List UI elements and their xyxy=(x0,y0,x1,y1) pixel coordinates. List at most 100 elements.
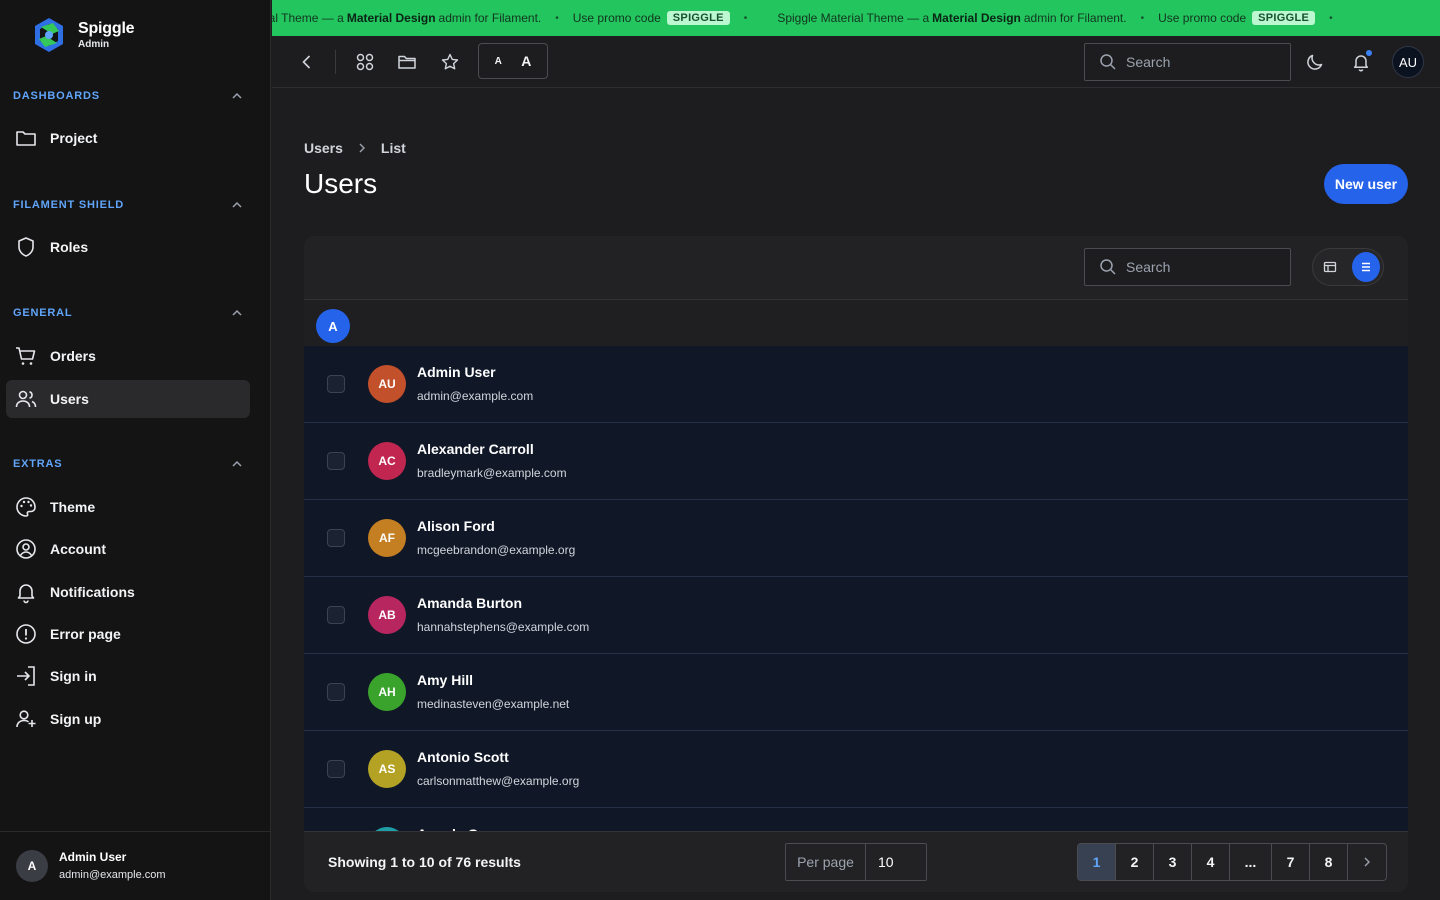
page-button-2[interactable]: 2 xyxy=(1116,844,1154,880)
per-page-select[interactable]: Per page 10 xyxy=(785,843,927,881)
table-row[interactable]: AF Alison Ford mcgeebrandon@example.org xyxy=(304,500,1408,577)
pagination: 1 2 3 4 ... 7 8 xyxy=(1077,843,1387,881)
row-checkbox[interactable] xyxy=(327,683,345,701)
page-ellipsis: ... xyxy=(1230,844,1272,880)
sidebar-item-sign-in[interactable]: Sign in xyxy=(6,657,250,695)
sidebar-item-roles[interactable]: Roles xyxy=(6,228,250,266)
sidebar-item-orders[interactable]: Orders xyxy=(6,337,250,375)
page-button-1[interactable]: 1 xyxy=(1078,844,1116,880)
sidebar-user[interactable]: A Admin User admin@example.com xyxy=(0,831,271,900)
nav-group-general[interactable]: GENERAL xyxy=(13,303,243,323)
promo-banner[interactable]: terial Theme — a Material Design admin f… xyxy=(272,0,1440,36)
page-button-7[interactable]: 7 xyxy=(1272,844,1310,880)
shield-icon xyxy=(14,235,38,259)
promo-code: SPIGGLE xyxy=(1252,11,1316,25)
promo-bold: Material Design xyxy=(346,11,436,25)
page-title: Users xyxy=(304,168,378,199)
users-table: A AU Admin User admin@example.com AC Ale… xyxy=(304,236,1408,892)
apps-grid-icon[interactable] xyxy=(353,50,377,74)
table-toolbar xyxy=(304,236,1408,300)
row-checkbox[interactable] xyxy=(327,452,345,470)
chevron-right-icon xyxy=(1364,857,1370,867)
folder-icon xyxy=(14,126,38,150)
page-button-8[interactable]: 8 xyxy=(1310,844,1348,880)
next-page-button[interactable] xyxy=(1348,844,1386,880)
promo-dot: • xyxy=(555,12,559,24)
palette-icon xyxy=(14,495,38,519)
row-checkbox[interactable] xyxy=(327,760,345,778)
sidebar-item-label: Users xyxy=(50,391,89,407)
table-search[interactable] xyxy=(1084,248,1291,286)
global-search[interactable] xyxy=(1084,43,1291,81)
user-circle-icon xyxy=(14,537,38,561)
promo-bold: Material Design xyxy=(932,11,1021,25)
promo-text: Spiggle Material Theme — a Material Desi… xyxy=(777,11,1126,25)
table-row[interactable]: AH Amy Hill medinasteven@example.net xyxy=(304,654,1408,731)
row-checkbox[interactable] xyxy=(327,606,345,624)
nav-group-title: FILAMENT SHIELD xyxy=(13,199,124,211)
user-email: admin@example.com xyxy=(59,868,166,881)
chevron-left-icon[interactable] xyxy=(295,50,319,74)
nav-group-dashboards[interactable]: DASHBOARDS xyxy=(13,86,243,106)
sidebar-item-project[interactable]: Project xyxy=(6,119,250,157)
sidebar-item-error-page[interactable]: Error page xyxy=(6,615,250,653)
sidebar-item-notifications[interactable]: Notifications xyxy=(6,573,250,611)
table-footer: Showing 1 to 10 of 76 results Per page 1… xyxy=(304,831,1408,892)
new-user-button[interactable]: New user xyxy=(1324,164,1408,204)
user-email: admin@example.com xyxy=(417,389,534,403)
search-input[interactable] xyxy=(1126,259,1266,275)
sidebar-item-sign-up[interactable]: Sign up xyxy=(6,700,250,738)
user-name: Alison Ford xyxy=(417,518,495,534)
table-row[interactable]: AU Admin User admin@example.com xyxy=(304,346,1408,423)
font-size-large-button[interactable]: A xyxy=(521,53,531,69)
nav-group-filament-shield[interactable]: FILAMENT SHIELD xyxy=(13,195,243,215)
nav-group-extras[interactable]: EXTRAS xyxy=(13,454,243,474)
page-button-4[interactable]: 4 xyxy=(1192,844,1230,880)
chevron-up-icon xyxy=(232,92,242,99)
sidebar-item-label: Notifications xyxy=(50,584,135,600)
breadcrumb-item[interactable]: Users xyxy=(304,140,343,156)
sidebar-item-account[interactable]: Account xyxy=(6,530,250,568)
sidebar-item-label: Account xyxy=(50,541,106,557)
promo-tail: admin for Filament. xyxy=(1023,11,1127,25)
alert-circle-icon xyxy=(14,622,38,646)
user-name: Amy Hill xyxy=(417,672,474,688)
promo-lead: terial Theme — a xyxy=(272,11,344,25)
user-email: medinasteven@example.net xyxy=(417,697,570,711)
table-row[interactable]: AS Antonio Scott carlsonmatthew@example.… xyxy=(304,731,1408,808)
promo-tail: admin for Filament. xyxy=(438,11,542,25)
list-layout-icon[interactable] xyxy=(1352,252,1380,282)
sidebar-item-theme[interactable]: Theme xyxy=(6,488,250,526)
font-size-toggle: A A xyxy=(478,43,548,79)
brand-subtitle: Admin xyxy=(78,38,110,50)
per-page-value[interactable]: 10 xyxy=(866,854,894,870)
nav-group-title: DASHBOARDS xyxy=(13,90,100,102)
brand[interactable]: Spiggle Admin xyxy=(32,17,135,53)
star-icon[interactable] xyxy=(438,50,462,74)
sidebar-item-users[interactable]: Users xyxy=(6,380,250,418)
sidebar-item-label: Project xyxy=(50,130,98,146)
avatar: AU xyxy=(368,365,406,403)
users-icon xyxy=(14,387,38,411)
spiggle-logo-icon xyxy=(35,18,63,52)
folder-icon[interactable] xyxy=(395,50,419,74)
row-checkbox[interactable] xyxy=(327,375,345,393)
table-layout-icon[interactable] xyxy=(1316,252,1344,282)
chevron-up-icon xyxy=(232,201,242,208)
table-row[interactable]: AB Amanda Burton hannahstephens@example.… xyxy=(304,577,1408,654)
avatar: AH xyxy=(368,673,406,711)
font-size-small-button[interactable]: A xyxy=(495,56,502,67)
sidebar-item-label: Sign in xyxy=(50,668,97,684)
avatar: AB xyxy=(368,596,406,634)
moon-icon[interactable] xyxy=(1303,50,1327,74)
table-row[interactable]: AC Alexander Carroll bradleymark@example… xyxy=(304,423,1408,500)
group-header: A xyxy=(304,300,1408,346)
user-name: Alexander Carroll xyxy=(417,441,534,457)
notifications-bell-icon[interactable] xyxy=(1349,50,1373,74)
page-button-3[interactable]: 3 xyxy=(1154,844,1192,880)
chevron-up-icon xyxy=(232,309,242,316)
avatar[interactable]: AU xyxy=(1392,46,1424,78)
breadcrumb-item[interactable]: List xyxy=(381,140,406,156)
search-input[interactable] xyxy=(1126,54,1266,70)
row-checkbox[interactable] xyxy=(327,529,345,547)
